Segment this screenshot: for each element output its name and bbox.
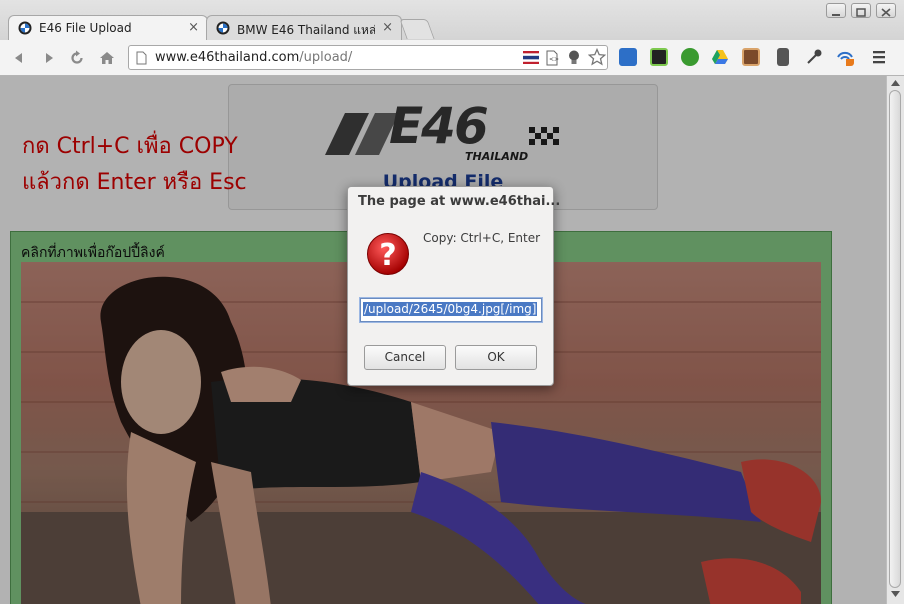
selected-link-text: /upload/2645/0bg4.jpg[/img] bbox=[363, 302, 538, 316]
reload-icon[interactable] bbox=[68, 49, 86, 67]
title-bar: E46 File Upload × BMW E46 Thailand แหล่ง… bbox=[0, 0, 904, 41]
page-icon bbox=[136, 51, 147, 65]
home-icon[interactable] bbox=[98, 49, 116, 67]
warning-icon: ? bbox=[367, 233, 409, 275]
svg-text:<>: <> bbox=[549, 56, 559, 63]
svg-text:?: ? bbox=[379, 238, 396, 273]
tab-close-icon[interactable]: × bbox=[188, 20, 199, 35]
browser-toolbar: www.e46thailand.com/upload/ <> bbox=[0, 40, 904, 76]
scroll-up-icon[interactable] bbox=[891, 79, 900, 86]
translate-extension-icon[interactable] bbox=[619, 48, 637, 66]
ok-button[interactable]: OK bbox=[455, 345, 537, 370]
tab-label: BMW E46 Thailand แหล่งร bbox=[237, 23, 375, 37]
page-action-icon[interactable]: <> bbox=[545, 50, 559, 66]
thai-flag-icon[interactable] bbox=[523, 50, 539, 64]
star-icon[interactable] bbox=[588, 48, 606, 66]
tab-bmw-e46-thailand[interactable]: BMW E46 Thailand แหล่งร × bbox=[206, 15, 402, 41]
bmw-favicon-icon bbox=[216, 21, 230, 35]
url-path: /upload/ bbox=[299, 50, 353, 65]
minimize-icon bbox=[832, 14, 840, 16]
cancel-button[interactable]: Cancel bbox=[364, 345, 446, 370]
download-extension-icon[interactable] bbox=[777, 48, 789, 66]
close-window-button[interactable] bbox=[876, 3, 896, 18]
close-icon bbox=[881, 8, 891, 17]
s-extension-icon[interactable] bbox=[650, 48, 668, 66]
maximize-icon bbox=[856, 8, 866, 17]
menu-icon[interactable] bbox=[870, 48, 888, 66]
scrollbar-thumb[interactable] bbox=[889, 90, 901, 588]
dialog-title: The page at www.e46thai... bbox=[358, 194, 561, 209]
link-text-field[interactable]: /upload/2645/0bg4.jpg[/img] bbox=[360, 298, 542, 322]
url-host: www.e46thailand.com bbox=[155, 50, 300, 65]
drive-icon[interactable] bbox=[711, 48, 729, 66]
maximize-button[interactable] bbox=[851, 3, 871, 18]
dialog-message: Copy: Ctrl+C, Enter bbox=[423, 231, 541, 245]
address-bar[interactable]: www.e46thailand.com/upload/ <> bbox=[128, 45, 608, 70]
bmw-favicon-icon bbox=[18, 21, 32, 35]
new-tab-button[interactable] bbox=[399, 19, 435, 39]
forward-icon[interactable] bbox=[40, 49, 58, 67]
camera-extension-icon[interactable] bbox=[742, 48, 760, 66]
vertical-scrollbar[interactable] bbox=[886, 76, 904, 604]
tab-e46-file-upload[interactable]: E46 File Upload × bbox=[8, 15, 208, 41]
tab-label: E46 File Upload bbox=[39, 21, 132, 35]
wifi-extension-icon[interactable] bbox=[836, 48, 854, 66]
green-extension-icon[interactable] bbox=[681, 48, 699, 66]
scroll-down-icon[interactable] bbox=[891, 591, 900, 598]
bulb-icon[interactable] bbox=[567, 49, 581, 66]
eyedropper-icon[interactable] bbox=[805, 48, 823, 66]
tab-close-icon[interactable]: × bbox=[382, 20, 393, 35]
prompt-dialog: The page at www.e46thai... ? Copy: Ctrl+… bbox=[347, 186, 560, 386]
back-icon[interactable] bbox=[10, 49, 28, 67]
url-text: www.e46thailand.com/upload/ bbox=[155, 50, 352, 65]
minimize-button[interactable] bbox=[826, 3, 846, 18]
